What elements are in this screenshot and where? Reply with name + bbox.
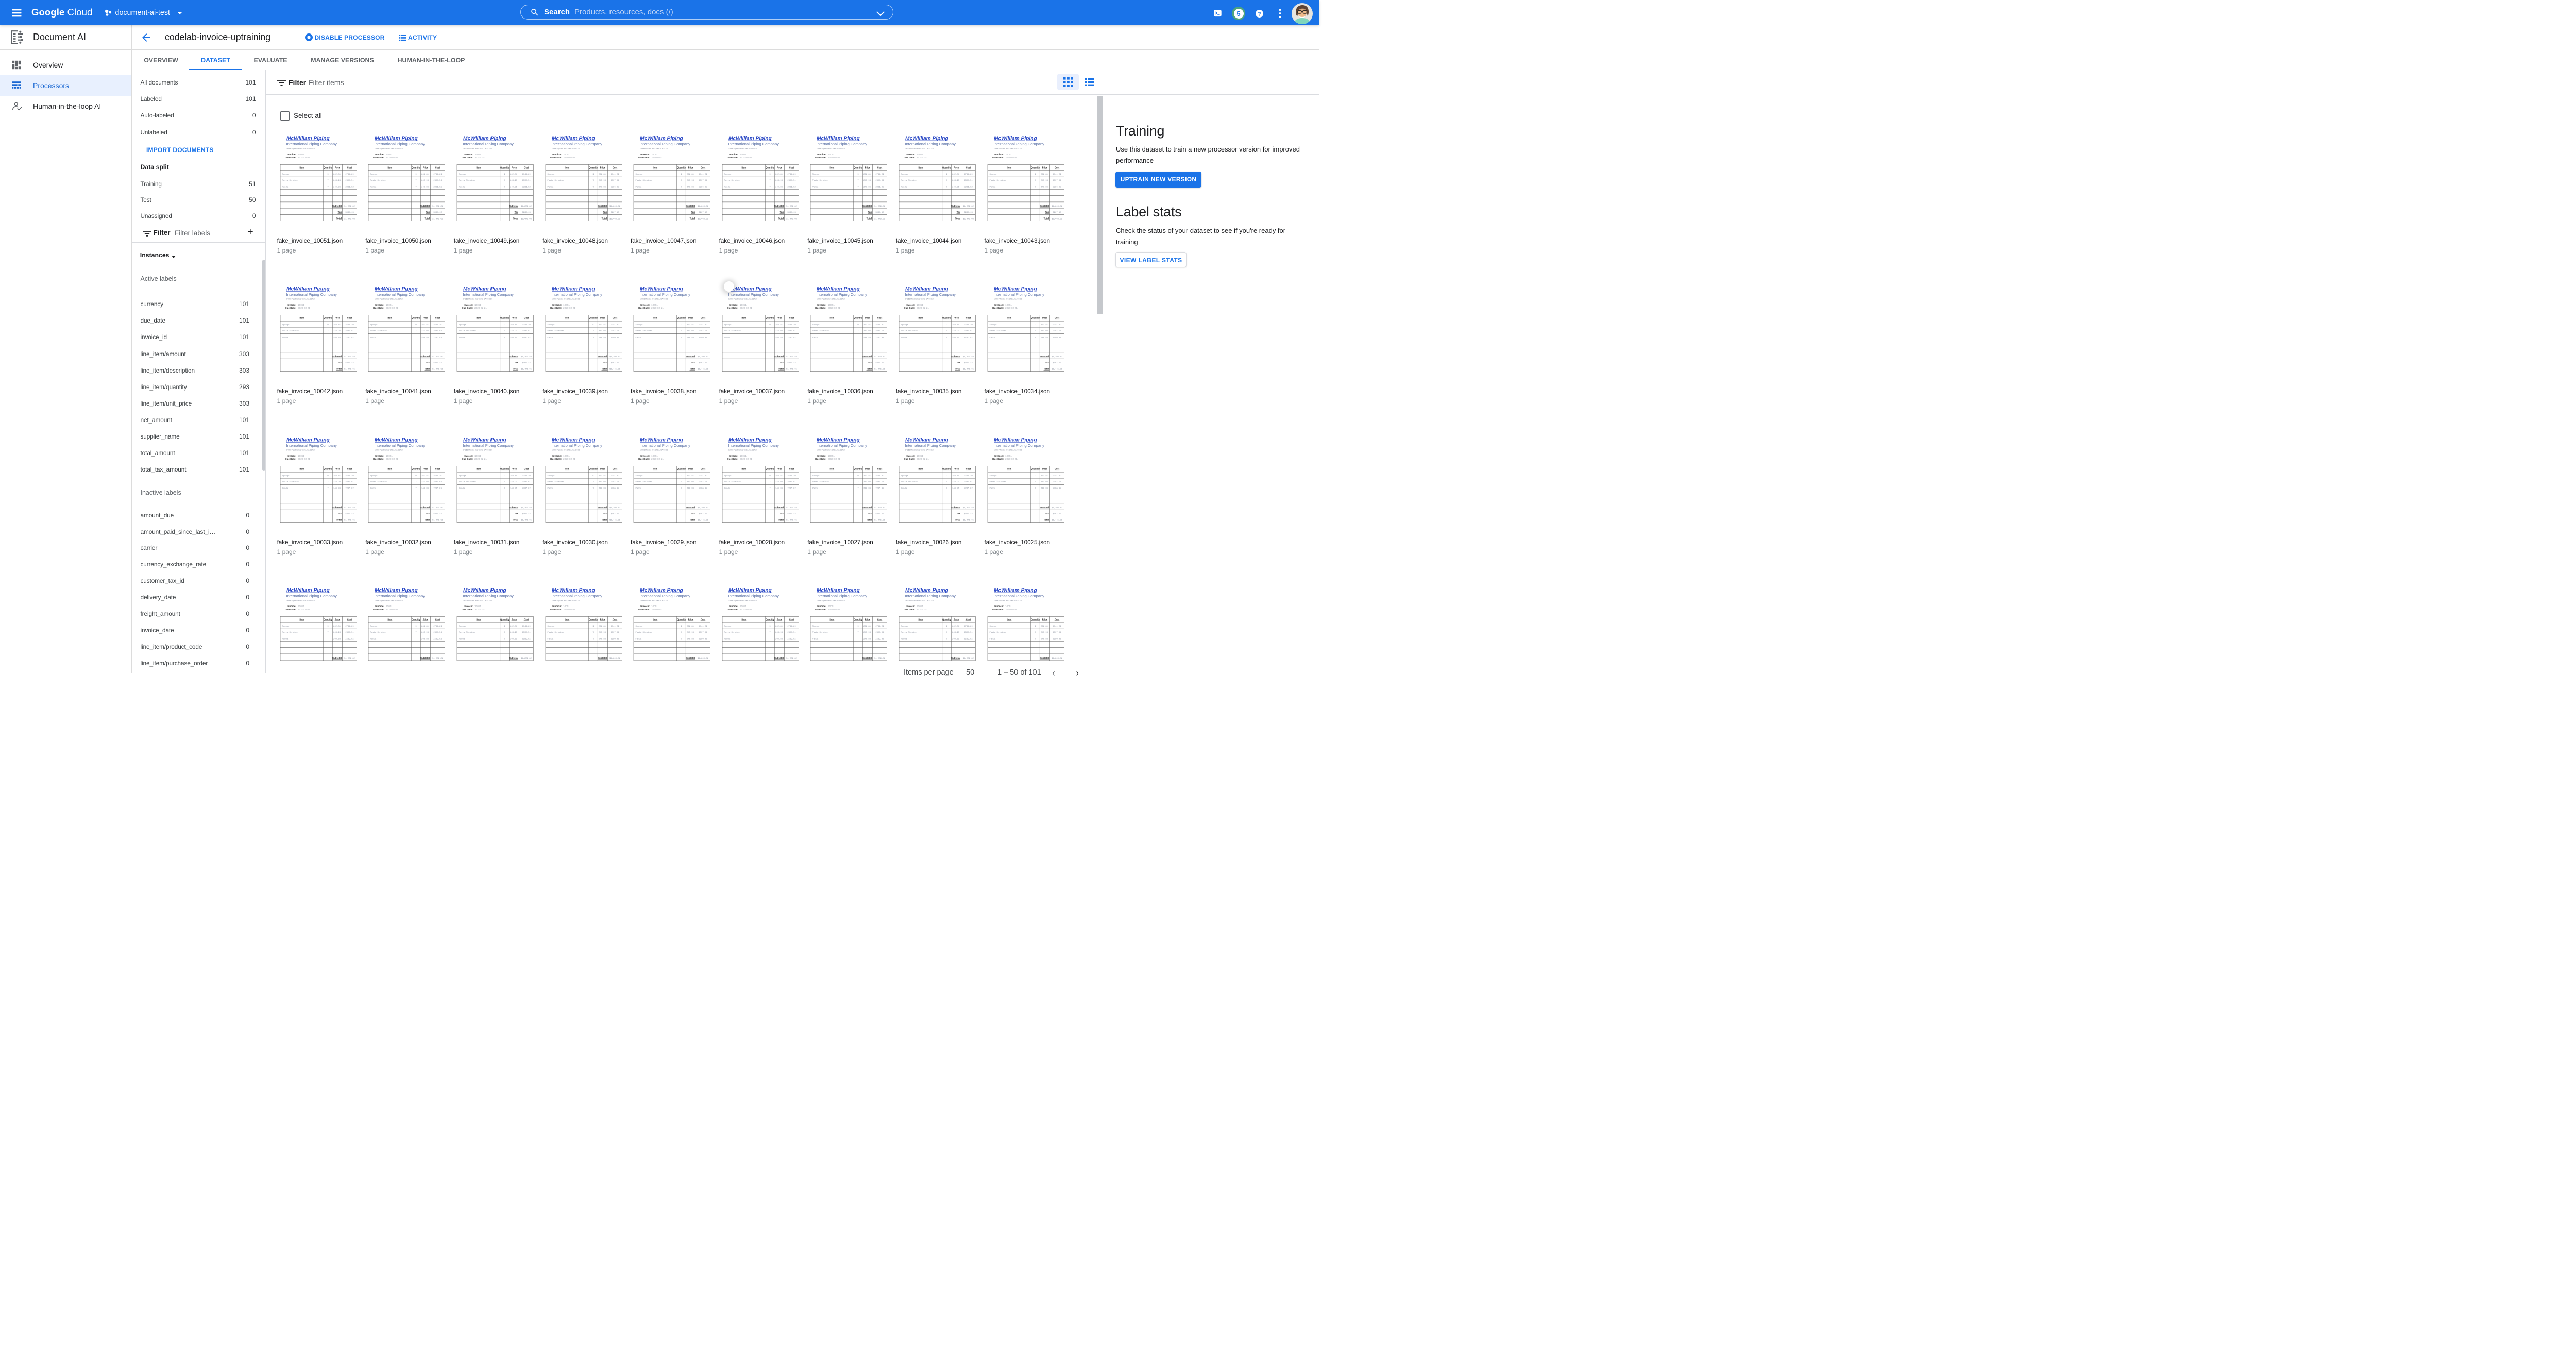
svg-text:?: ? xyxy=(1258,11,1261,17)
